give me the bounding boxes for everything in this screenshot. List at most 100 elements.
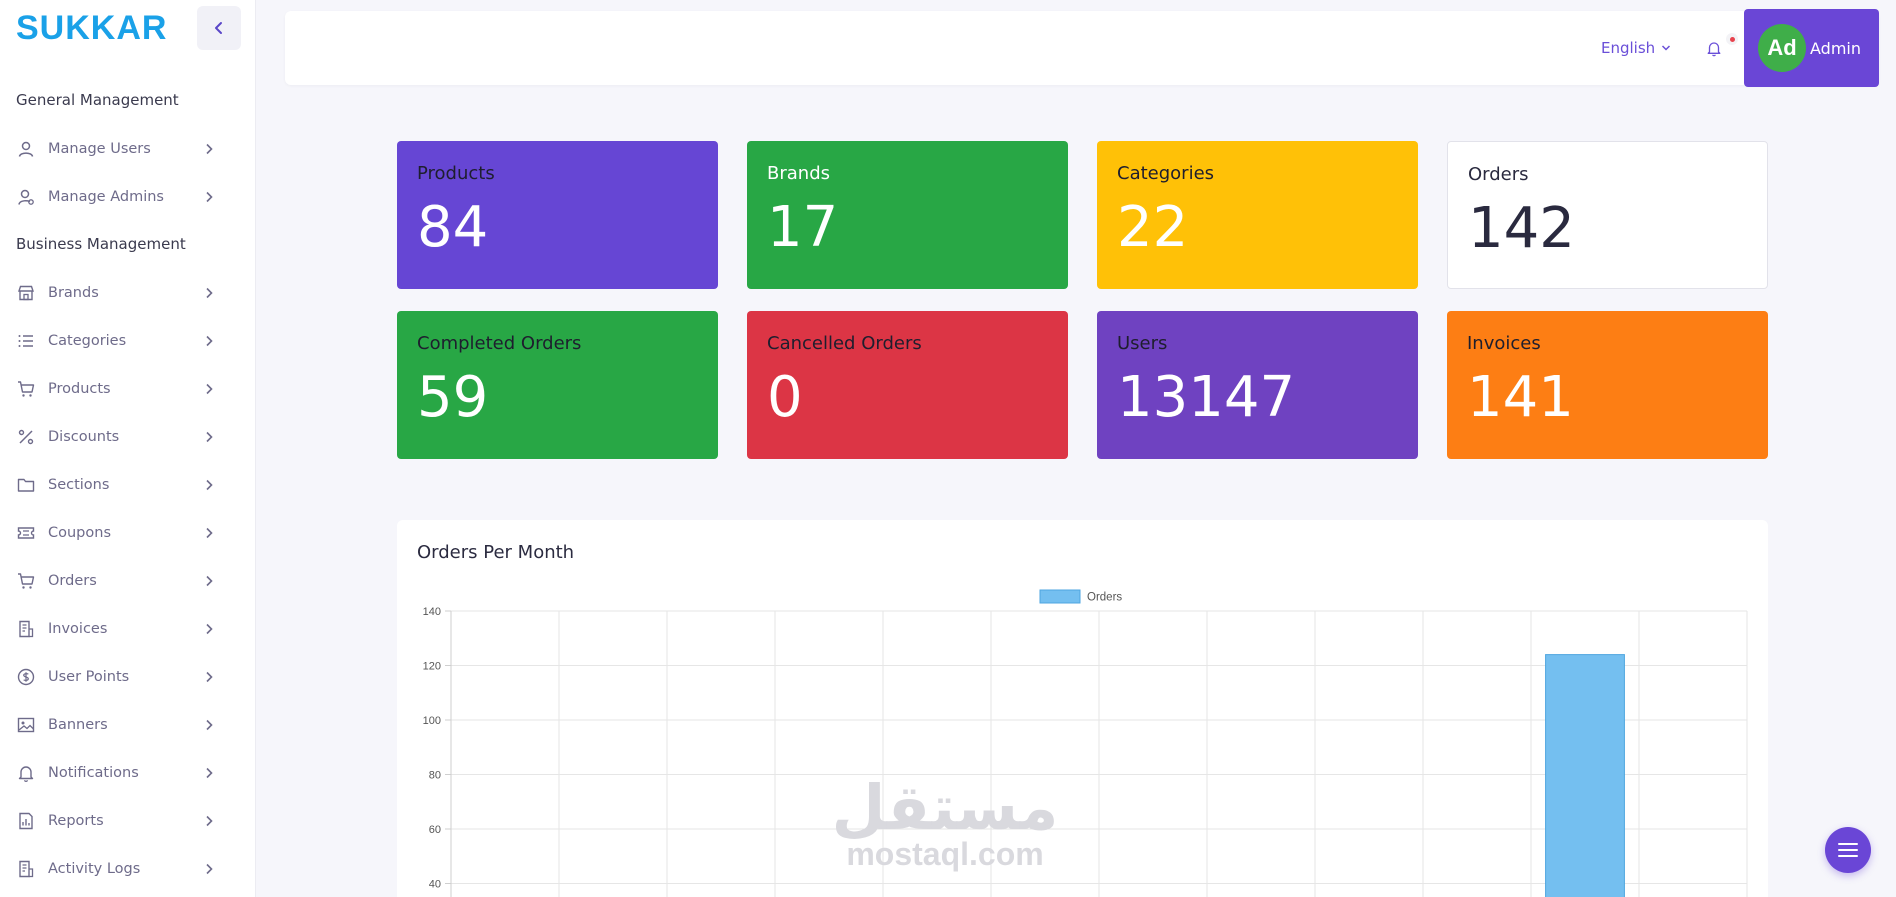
y-tick-label: 40 [429, 879, 441, 891]
invoice-icon [16, 619, 36, 639]
y-tick-label: 140 [423, 606, 441, 618]
section-title-business: Business Management [16, 235, 186, 253]
sidebar-item-label: Discounts [48, 429, 120, 445]
sidebar-item-products[interactable]: Products [16, 373, 216, 405]
report-icon [16, 811, 36, 831]
chevron-right-icon [202, 862, 216, 876]
legend-label[interactable]: Orders [1087, 592, 1122, 604]
stat-card-value: 13147 [1117, 365, 1296, 430]
sidebar-item-label: Products [48, 381, 111, 397]
chart-bar[interactable] [1545, 654, 1625, 897]
admin-profile-button[interactable]: Ad Admin [1744, 9, 1879, 87]
chevron-right-icon [202, 382, 216, 396]
stat-card-products[interactable]: Products 84 [397, 141, 718, 289]
sidebar-item-user-points[interactable]: User Points [16, 661, 216, 693]
stat-card-orders[interactable]: Orders 142 [1447, 141, 1768, 289]
sidebar-item-label: Banners [48, 717, 108, 733]
sidebar-item-reports[interactable]: Reports [16, 805, 216, 837]
chevron-right-icon [202, 670, 216, 684]
stat-card-value: 141 [1467, 365, 1574, 430]
chevron-right-icon [202, 622, 216, 636]
sidebar-item-label: Orders [48, 573, 97, 589]
chevron-right-icon [202, 142, 216, 156]
sidebar: SUKKAR General Management Manage Users M… [0, 0, 256, 897]
sidebar-item-sections[interactable]: Sections [16, 469, 216, 501]
sidebar-item-invoices[interactable]: Invoices [16, 613, 216, 645]
stat-card-invoices[interactable]: Invoices 141 [1447, 311, 1768, 459]
sidebar-item-label: Notifications [48, 765, 139, 781]
sidebar-item-label: Manage Users [48, 141, 151, 157]
avatar: Ad [1758, 24, 1806, 72]
watermark-arabic: مستقل [831, 771, 1059, 844]
sidebar-item-label: Invoices [48, 621, 108, 637]
chevron-right-icon [202, 190, 216, 204]
floating-menu-button[interactable] [1825, 827, 1871, 873]
chevron-left-icon [215, 22, 222, 34]
watermark: مستقل mostaql.com [820, 771, 1070, 873]
chevron-right-icon [202, 286, 216, 300]
notification-badge [1726, 33, 1738, 45]
language-label: English [1601, 39, 1656, 57]
bell-icon [16, 763, 36, 783]
cart-icon [16, 379, 36, 399]
stat-card-value: 142 [1468, 196, 1575, 261]
sidebar-item-orders[interactable]: Orders [16, 565, 216, 597]
image-icon [16, 715, 36, 735]
stat-card-users[interactable]: Users 13147 [1097, 311, 1418, 459]
sidebar-item-manage-admins[interactable]: Manage Admins [16, 181, 216, 213]
stat-card-value: 22 [1117, 195, 1189, 260]
percent-icon [16, 427, 36, 447]
notifications-bell-icon[interactable] [1703, 37, 1725, 59]
stat-card-label: Brands [767, 163, 830, 184]
sidebar-item-label: Reports [48, 813, 104, 829]
sidebar-item-activity-logs[interactable]: Activity Logs [16, 853, 216, 885]
y-tick-label: 100 [423, 715, 441, 727]
stat-card-value: 17 [767, 195, 839, 260]
stat-card-brands[interactable]: Brands 17 [747, 141, 1068, 289]
stat-card-value: 59 [417, 365, 489, 430]
chevron-right-icon [202, 574, 216, 588]
topbar: English Ad Admin [285, 9, 1879, 87]
sidebar-item-coupons[interactable]: Coupons [16, 517, 216, 549]
sidebar-item-label: Brands [48, 285, 99, 301]
collapse-sidebar-button[interactable] [197, 6, 241, 50]
sidebar-item-discounts[interactable]: Discounts [16, 421, 216, 453]
y-tick-label: 60 [429, 824, 441, 836]
watermark-latin: mostaql.com [846, 836, 1044, 872]
user-icon [16, 139, 36, 159]
stat-card-completed-orders[interactable]: Completed Orders 59 [397, 311, 718, 459]
sidebar-item-label: Sections [48, 477, 110, 493]
stat-card-value: 0 [767, 365, 803, 430]
stat-card-label: Cancelled Orders [767, 333, 922, 354]
sidebar-item-label: Activity Logs [48, 861, 141, 877]
chevron-right-icon [202, 718, 216, 732]
list-icon [16, 331, 36, 351]
chevron-right-icon [202, 478, 216, 492]
stat-card-categories[interactable]: Categories 22 [1097, 141, 1418, 289]
sidebar-item-brands[interactable]: Brands [16, 277, 216, 309]
sidebar-item-categories[interactable]: Categories [16, 325, 216, 357]
admin-user-icon [16, 187, 36, 207]
stat-card-label: Products [417, 163, 495, 184]
store-icon [16, 283, 36, 303]
chevron-right-icon [202, 430, 216, 444]
sidebar-item-banners[interactable]: Banners [16, 709, 216, 741]
orders-per-month-chart: 140 120 100 80 60 40 Orders [423, 589, 1748, 897]
language-selector[interactable]: English [1601, 11, 1671, 85]
brand-row: SUKKAR [16, 6, 241, 50]
stat-card-label: Orders [1468, 164, 1529, 185]
chevron-right-icon [202, 814, 216, 828]
sidebar-item-manage-users[interactable]: Manage Users [16, 133, 216, 165]
orders-chart-panel: Orders Per Month 140 120 100 80 60 40 Orders [397, 520, 1768, 897]
stat-card-label: Invoices [1467, 333, 1541, 354]
sidebar-item-label: Categories [48, 333, 127, 349]
chevron-right-icon [202, 526, 216, 540]
admin-name: Admin [1810, 38, 1861, 58]
y-tick-label: 80 [429, 770, 441, 782]
chevron-right-icon [202, 334, 216, 348]
stat-card-cancelled-orders[interactable]: Cancelled Orders 0 [747, 311, 1068, 459]
logo[interactable]: SUKKAR [16, 6, 167, 50]
chevron-right-icon [202, 766, 216, 780]
sidebar-item-notifications[interactable]: Notifications [16, 757, 216, 789]
stat-card-label: Completed Orders [417, 333, 582, 354]
